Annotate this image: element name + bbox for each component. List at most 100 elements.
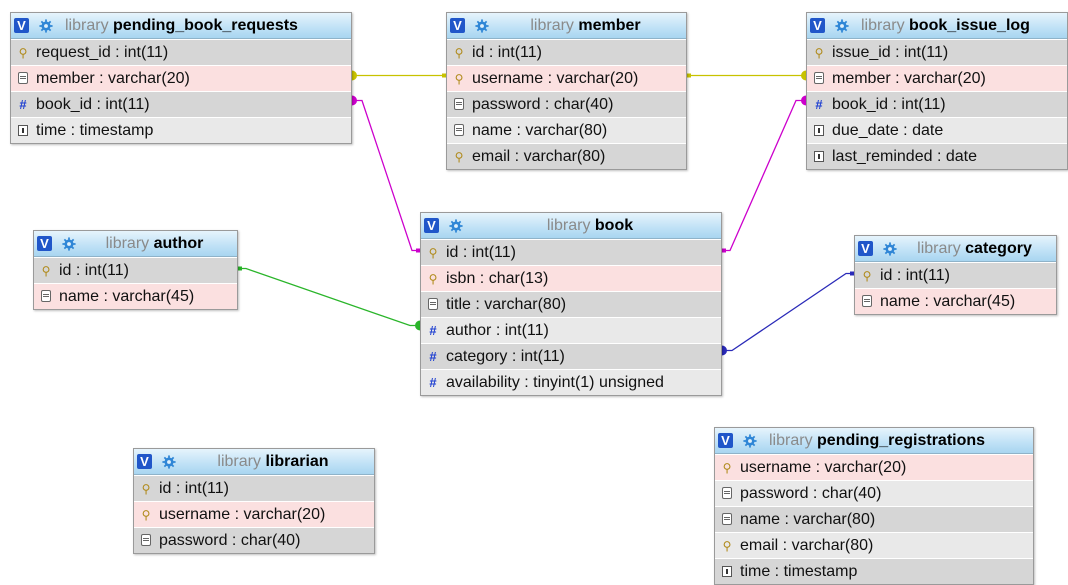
column-definition: due_date : date xyxy=(832,121,944,139)
column-row[interactable]: password : char(40) xyxy=(447,91,686,117)
table-header[interactable]: Vlibrary book xyxy=(421,213,721,239)
column-type-icon: ⚲ xyxy=(718,461,736,475)
column-type-icon: # xyxy=(810,97,828,112)
column-type-icon: ⚲ xyxy=(858,269,876,283)
column-type-icon: # xyxy=(424,349,442,364)
gear-icon[interactable] xyxy=(449,218,463,233)
table-book-issue-log[interactable]: Vlibrary book_issue_log ⚲ issue_id : int(1… xyxy=(806,12,1068,170)
column-type-icon xyxy=(810,124,828,138)
key-icon: ⚲ xyxy=(141,481,151,496)
column-definition: email : varchar(80) xyxy=(472,147,606,165)
gear-icon[interactable] xyxy=(475,18,489,33)
column-row[interactable]: password : char(40) xyxy=(715,480,1033,506)
table-header[interactable]: Vlibrary book_issue_log xyxy=(807,13,1067,39)
table-header[interactable]: Vlibrary librarian xyxy=(134,449,374,475)
column-definition: name : varchar(45) xyxy=(59,287,195,305)
table-title: library book xyxy=(463,217,721,235)
relation-pending-book-requests-book-id xyxy=(352,95,420,253)
table-member[interactable]: Vlibrary member ⚲ id : int(11) ⚲ username : … xyxy=(446,12,687,170)
column-definition: username : varchar(20) xyxy=(740,458,907,476)
column-row[interactable]: time : timestamp xyxy=(715,558,1033,584)
gear-icon[interactable] xyxy=(162,454,176,469)
column-type-icon: ⚲ xyxy=(450,150,468,164)
primary-key-marker xyxy=(687,73,691,78)
text-icon xyxy=(141,534,151,546)
column-row[interactable]: member : varchar(20) xyxy=(807,65,1067,91)
toggle-columns-button[interactable]: V xyxy=(450,18,465,33)
toggle-columns-button[interactable]: V xyxy=(424,218,439,233)
column-definition: time : timestamp xyxy=(36,121,154,139)
gear-icon[interactable] xyxy=(743,433,757,448)
table-header[interactable]: Vlibrary member xyxy=(447,13,686,39)
column-list: ⚲ id : int(11) name : varchar(45) xyxy=(855,262,1056,314)
column-row[interactable]: name : varchar(80) xyxy=(715,506,1033,532)
column-row[interactable]: ⚲ id : int(11) xyxy=(447,39,686,65)
column-list: ⚲ id : int(11) ⚲ username : varchar(20) pass… xyxy=(447,39,686,169)
toggle-columns-button[interactable]: V xyxy=(810,18,825,33)
toggle-columns-button[interactable]: V xyxy=(14,18,29,33)
column-row[interactable]: ⚲ id : int(11) xyxy=(134,475,374,501)
column-type-icon xyxy=(858,294,876,309)
column-row[interactable]: due_date : date xyxy=(807,117,1067,143)
table-header[interactable]: Vlibrary category xyxy=(855,236,1056,262)
key-icon: ⚲ xyxy=(454,71,464,86)
column-row[interactable]: member : varchar(20) xyxy=(11,65,351,91)
column-row[interactable]: last_reminded : date xyxy=(807,143,1067,169)
column-row[interactable]: ⚲ username : varchar(20) xyxy=(447,65,686,91)
database-name: library xyxy=(546,216,591,234)
toggle-columns-button[interactable]: V xyxy=(37,236,52,251)
table-category[interactable]: Vlibrary category ⚲ id : int(11) name : var… xyxy=(854,235,1057,315)
column-type-icon xyxy=(14,124,32,138)
text-icon xyxy=(454,124,464,136)
column-row[interactable]: ⚲ id : int(11) xyxy=(34,257,237,283)
column-definition: id : int(11) xyxy=(446,243,516,261)
column-type-icon: ⚲ xyxy=(718,539,736,553)
column-row[interactable]: password : char(40) xyxy=(134,527,374,553)
column-row[interactable]: # book_id : int(11) xyxy=(807,91,1067,117)
toggle-columns-button[interactable]: V xyxy=(137,454,152,469)
column-row[interactable]: name : varchar(45) xyxy=(855,288,1056,314)
column-row[interactable]: ⚲ email : varchar(80) xyxy=(715,532,1033,558)
number-icon: # xyxy=(429,323,437,338)
column-row[interactable]: ⚲ id : int(11) xyxy=(421,239,721,265)
column-row[interactable]: time : timestamp xyxy=(11,117,351,143)
gear-icon[interactable] xyxy=(39,18,53,33)
table-header[interactable]: Vlibrary author xyxy=(34,231,237,257)
column-row[interactable]: ⚲ username : varchar(20) xyxy=(134,501,374,527)
column-definition: author : int(11) xyxy=(446,321,549,339)
table-name: librarian xyxy=(265,452,329,470)
table-pending-registrations[interactable]: Vlibrary pending_registrations ⚲ username … xyxy=(714,427,1034,585)
column-row[interactable]: # availability : tinyint(1) unsigned xyxy=(421,369,721,395)
table-name: book xyxy=(594,216,634,234)
column-row[interactable]: name : varchar(80) xyxy=(447,117,686,143)
table-author[interactable]: Vlibrary author ⚲ id : int(11) name : varch… xyxy=(33,230,238,310)
table-pending-book-requests[interactable]: Vlibrary pending_book_requests ⚲ request_i… xyxy=(10,12,352,144)
table-header[interactable]: Vlibrary pending_book_requests xyxy=(11,13,351,39)
column-row[interactable]: # author : int(11) xyxy=(421,317,721,343)
column-row[interactable]: name : varchar(45) xyxy=(34,283,237,309)
column-definition: id : int(11) xyxy=(472,43,542,61)
column-row[interactable]: ⚲ email : varchar(80) xyxy=(447,143,686,169)
foreign-key-marker xyxy=(352,95,357,106)
column-row[interactable]: # category : int(11) xyxy=(421,343,721,369)
column-type-icon: # xyxy=(424,323,442,338)
column-row[interactable]: ⚲ username : varchar(20) xyxy=(715,454,1033,480)
table-name: pending_registrations xyxy=(817,431,986,449)
column-list: ⚲ request_id : int(11) member : varchar(20… xyxy=(11,39,351,143)
column-type-icon xyxy=(718,565,736,579)
column-row[interactable]: ⚲ issue_id : int(11) xyxy=(807,39,1067,65)
table-header[interactable]: Vlibrary pending_registrations xyxy=(715,428,1033,454)
gear-icon[interactable] xyxy=(883,241,897,256)
column-row[interactable]: # book_id : int(11) xyxy=(11,91,351,117)
column-row[interactable]: ⚲ request_id : int(11) xyxy=(11,39,351,65)
column-row[interactable]: title : varchar(80) xyxy=(421,291,721,317)
toggle-columns-button[interactable]: V xyxy=(718,433,733,448)
gear-icon[interactable] xyxy=(835,18,849,33)
gear-icon[interactable] xyxy=(62,236,76,251)
table-book[interactable]: Vlibrary book ⚲ id : int(11) ⚲ isbn : char(1… xyxy=(420,212,722,396)
column-row[interactable]: ⚲ isbn : char(13) xyxy=(421,265,721,291)
table-librarian[interactable]: Vlibrary librarian ⚲ id : int(11) ⚲ username… xyxy=(133,448,375,554)
column-row[interactable]: ⚲ id : int(11) xyxy=(855,262,1056,288)
toggle-columns-button[interactable]: V xyxy=(858,241,873,256)
column-definition: member : varchar(20) xyxy=(832,69,986,87)
